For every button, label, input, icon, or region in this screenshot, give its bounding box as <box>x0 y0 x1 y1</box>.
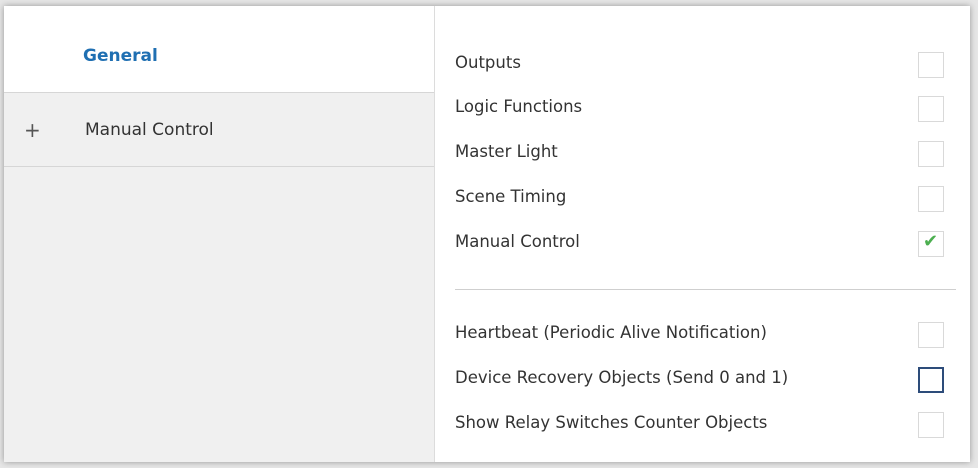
parameter-window: General + Manual Control Outputs Logic F… <box>4 6 970 462</box>
sidebar-item-label: Manual Control <box>85 120 214 140</box>
option-label: Show Relay Switches Counter Objects <box>455 413 768 432</box>
option-row-heartbeat: Heartbeat (Periodic Alive Notification) <box>435 318 970 350</box>
sidebar-item-manual-control[interactable]: + Manual Control <box>4 92 434 167</box>
manual-control-checkbox[interactable]: ✔ <box>918 231 944 257</box>
option-row-outputs: Outputs <box>435 48 970 80</box>
outputs-checkbox[interactable] <box>918 52 944 78</box>
divider <box>455 289 956 290</box>
heartbeat-checkbox[interactable] <box>918 322 944 348</box>
option-label: Manual Control <box>455 232 580 251</box>
checkmark-icon: ✔ <box>923 231 939 252</box>
option-row-scene-timing: Scene Timing <box>435 182 970 214</box>
option-row-master-light: Master Light <box>435 137 970 169</box>
relay-counter-checkbox[interactable] <box>918 412 944 438</box>
sidebar-item-label: General <box>83 46 158 66</box>
general-panel: Outputs Logic Functions Master Light Sce… <box>435 6 970 462</box>
option-row-manual-control: Manual Control ✔ <box>435 227 970 259</box>
option-label: Master Light <box>455 142 558 161</box>
sidebar-item-general[interactable]: General <box>4 6 434 92</box>
master-light-checkbox[interactable] <box>918 141 944 167</box>
option-label: Heartbeat (Periodic Alive Notification) <box>455 323 767 342</box>
device-recovery-checkbox[interactable] <box>918 367 944 393</box>
option-row-logic-functions: Logic Functions <box>435 92 970 124</box>
option-label: Device Recovery Objects (Send 0 and 1) <box>455 368 789 387</box>
plus-icon[interactable]: + <box>24 118 41 142</box>
sidebar: General + Manual Control <box>4 6 435 462</box>
scene-timing-checkbox[interactable] <box>918 186 944 212</box>
option-label: Outputs <box>455 53 521 72</box>
option-row-relay-counter: Show Relay Switches Counter Objects <box>435 408 970 440</box>
logic-functions-checkbox[interactable] <box>918 96 944 122</box>
option-row-device-recovery: Device Recovery Objects (Send 0 and 1) <box>435 363 970 395</box>
option-label: Logic Functions <box>455 97 583 116</box>
option-label: Scene Timing <box>455 187 567 206</box>
